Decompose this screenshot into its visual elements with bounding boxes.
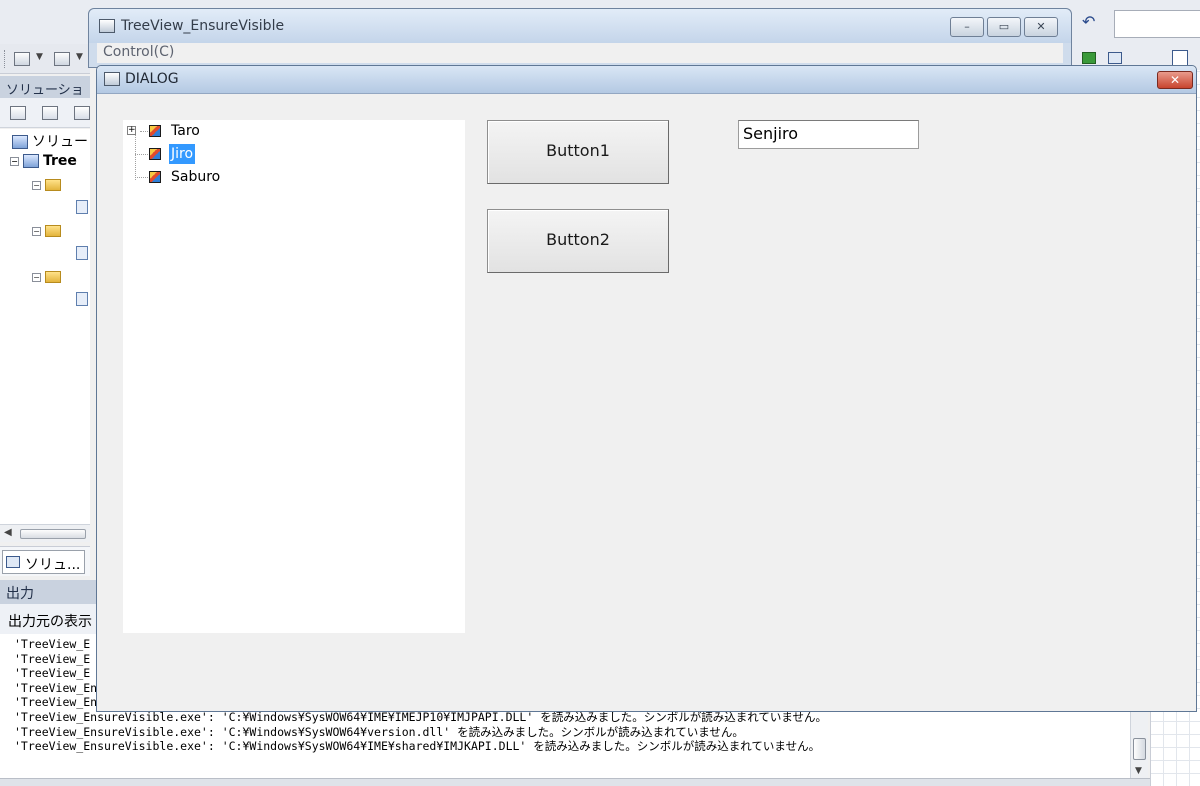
file-node[interactable]	[76, 291, 88, 311]
ide-toolbar: ▼ ▼	[0, 44, 90, 74]
tree-view[interactable]: + Taro Jiro Saburo	[123, 120, 465, 633]
output-source-label: 出力元の表示	[8, 614, 92, 630]
page-icon[interactable]	[14, 52, 30, 66]
solution-explorer-tree: ソリュー − Tree − − −	[0, 129, 90, 524]
output-line: 'TreeView_EnsureVisible.exe': 'C:¥Window…	[14, 724, 744, 739]
file-icon	[76, 292, 88, 306]
solution-explorer-icon	[6, 556, 20, 568]
undo-icon[interactable]: ↶	[1082, 12, 1095, 31]
folder-icon	[45, 179, 61, 191]
collapse-icon[interactable]: −	[10, 156, 19, 166]
file-node[interactable]	[76, 245, 88, 265]
file-node[interactable]	[76, 199, 88, 219]
menu-control[interactable]: Control(C)	[103, 44, 174, 60]
tab-solution-label: ソリュ...	[25, 557, 81, 573]
grid-icon[interactable]	[54, 52, 70, 66]
output-line: 'TreeView_EnsureVisible.exe': 'C:¥Window…	[14, 739, 821, 754]
layout-icon[interactable]	[1172, 50, 1188, 66]
solution-node-label: ソリュー	[32, 134, 88, 150]
collapse-icon[interactable]: −	[32, 272, 41, 282]
maximize-button[interactable]: ▭	[987, 17, 1021, 37]
pencil-icon	[149, 171, 161, 183]
solution-hscrollbar[interactable]: ◀	[0, 524, 90, 542]
output-bottom-bar	[0, 778, 1150, 786]
project-icon	[23, 154, 39, 168]
solution-tab-strip: ソリュ...	[0, 546, 90, 576]
folder-icon	[45, 271, 61, 283]
ide-right-toolbar: ↶	[1072, 0, 1200, 70]
pencil-icon	[149, 125, 161, 137]
dialog-close-button[interactable]: ✕	[1157, 71, 1193, 89]
scroll-thumb[interactable]	[1133, 738, 1146, 760]
tab-solution-explorer[interactable]: ソリュ...	[2, 550, 86, 574]
chevron-down-icon[interactable]: ▼	[36, 52, 43, 62]
tree-item-label-selected: Jiro	[169, 144, 196, 164]
scroll-thumb[interactable]	[20, 529, 86, 539]
project-node-label: Tree	[43, 153, 77, 169]
app-icon[interactable]	[104, 72, 120, 86]
main-window: TreeView_EnsureVisible – ▭ ✕ Control(C)	[88, 8, 1072, 68]
dialog-window: DIALOG ✕ + Taro Jiro Saburo Button1 Butt…	[96, 65, 1197, 712]
close-button[interactable]: ✕	[1024, 17, 1058, 37]
solution-icon	[12, 135, 28, 149]
tree-item-jiro[interactable]: Jiro	[123, 144, 243, 164]
solution-explorer-header: ソリューショ	[0, 76, 90, 98]
properties-icon[interactable]	[10, 106, 26, 120]
scroll-left-icon[interactable]: ◀	[4, 527, 12, 538]
minimize-button[interactable]: –	[950, 17, 984, 37]
folder-node[interactable]: −	[32, 223, 65, 243]
button2[interactable]: Button2	[487, 209, 669, 273]
output-line: 'TreeView_EnsureVisible.exe': 'C:¥Window…	[14, 709, 827, 724]
tree-item-label: Saburo	[171, 169, 221, 185]
solution-node[interactable]: ソリュー	[12, 131, 88, 151]
solution-explorer-toolbar	[0, 98, 90, 128]
dialog-title: DIALOG	[125, 71, 179, 87]
folder-icon	[45, 225, 61, 237]
main-window-title: TreeView_EnsureVisible	[121, 18, 285, 34]
find-combo[interactable]	[1114, 10, 1200, 38]
scroll-down-icon[interactable]: ▼	[1135, 766, 1142, 776]
toolbar-grip[interactable]	[4, 50, 7, 68]
file-icon	[76, 200, 88, 214]
collapse-icon[interactable]: −	[32, 226, 41, 236]
step-icon[interactable]	[1082, 52, 1096, 64]
button1[interactable]: Button1	[487, 120, 669, 184]
dialog-titlebar[interactable]: DIALOG ✕	[97, 66, 1196, 94]
tree-item-saburo[interactable]: Saburo	[123, 167, 243, 187]
menu-bar: Control(C)	[97, 43, 1063, 63]
folder-node[interactable]: −	[32, 177, 65, 197]
collapse-icon[interactable]: −	[32, 180, 41, 190]
project-node[interactable]: − Tree	[10, 153, 77, 173]
tree-item-taro[interactable]: + Taro	[123, 121, 243, 141]
folder-node[interactable]: −	[32, 269, 65, 289]
tree-item-label: Taro	[171, 123, 200, 139]
main-window-titlebar[interactable]: TreeView_EnsureVisible – ▭ ✕	[89, 9, 1071, 43]
show-all-files-icon[interactable]	[42, 106, 58, 120]
expand-icon[interactable]: +	[127, 126, 136, 135]
pencil-icon	[149, 148, 161, 160]
file-icon	[76, 246, 88, 260]
window-icon[interactable]	[1108, 52, 1122, 64]
chevron-down-icon[interactable]: ▼	[76, 52, 83, 62]
name-edit-field[interactable]: Senjiro	[738, 120, 919, 149]
app-icon[interactable]	[99, 19, 115, 33]
refresh-icon[interactable]	[74, 106, 90, 120]
